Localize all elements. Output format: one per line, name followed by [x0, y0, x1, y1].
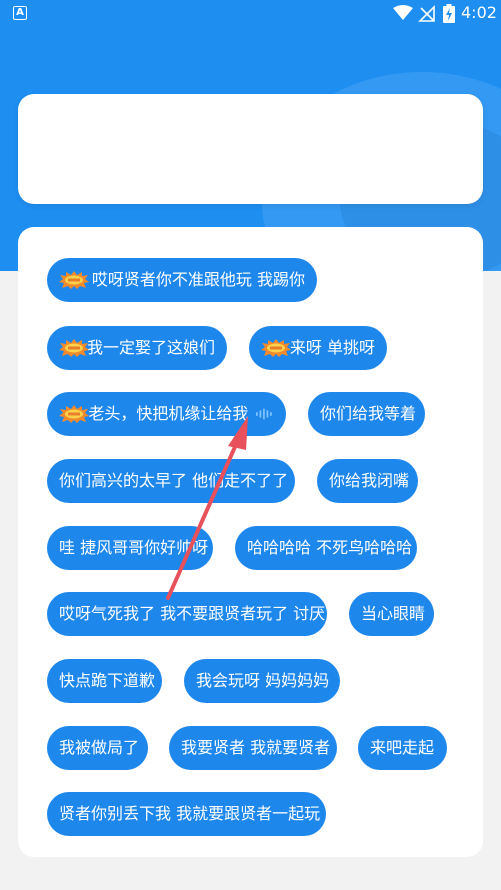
phrase-button[interactable]: 哈哈哈哈 不死鸟哈哈哈 — [235, 526, 417, 570]
wifi-icon — [393, 5, 413, 20]
phrase-label: 我会玩呀 妈妈妈妈 — [196, 671, 330, 690]
phrase-button[interactable]: 哇 捷风哥哥你好帅呀 — [47, 526, 213, 570]
phrase-label: 你给我闭嘴 — [329, 471, 410, 490]
phrase-label: 当心眼睛 — [361, 604, 426, 623]
phrase-label: 我被做局了 — [59, 738, 140, 757]
signal-off-icon — [418, 5, 435, 22]
phrase-label: 我要贤者 我就要贤者 — [181, 738, 331, 757]
phrase-label: 哎呀气死我了 我不要跟贤者玩了 讨厌 — [59, 604, 326, 623]
status-time: 4:02 — [461, 3, 497, 22]
phrase-button[interactable]: 我被做局了 — [47, 726, 148, 770]
new-badge-icon — [59, 271, 89, 289]
phrase-label: 来呀 单挑呀 — [289, 338, 375, 357]
phrase-button[interactable]: 当心眼睛 — [349, 592, 434, 636]
phrase-label: 快点跪下道歉 — [59, 671, 156, 690]
phrase-label: 哎呀贤者你不准跟他玩 我踢你 — [91, 270, 305, 289]
phrase-button[interactable]: 贤者你别丢下我 我就要跟贤者一起玩 — [47, 792, 326, 836]
phrase-label: 老头，快把机缘让给我 — [88, 404, 249, 423]
phrase-label: 哇 捷风哥哥你好帅呀 — [59, 538, 209, 557]
phrase-label: 来吧走起 — [370, 738, 435, 757]
top-card — [18, 94, 483, 204]
battery-charging-icon — [443, 4, 455, 23]
status-bar: A 4:02 — [0, 0, 501, 27]
app-notification-icon: A — [13, 6, 27, 20]
phrase-label: 贤者你别丢下我 我就要跟贤者一起玩 — [59, 804, 321, 823]
phrase-button[interactable]: 哎呀气死我了 我不要跟贤者玩了 讨厌 — [47, 592, 327, 636]
phrase-button-playing[interactable]: 老头，快把机缘让给我 — [47, 392, 286, 436]
phrase-button[interactable]: 哎呀贤者你不准跟他玩 我踢你 — [47, 258, 317, 302]
phrase-label: 哈哈哈哈 不死鸟哈哈哈 — [247, 538, 413, 557]
phrase-button[interactable]: 我一定娶了这娘们 — [47, 326, 227, 370]
new-badge-icon — [59, 405, 89, 423]
phrase-button[interactable]: 来呀 单挑呀 — [249, 326, 387, 370]
phrase-label: 我一定娶了这娘们 — [86, 338, 215, 357]
phrase-button[interactable]: 你给我闭嘴 — [317, 459, 418, 503]
new-badge-icon — [59, 339, 89, 357]
playing-sound-icon — [256, 408, 273, 420]
phrase-button[interactable]: 来吧走起 — [358, 726, 447, 770]
phrase-button[interactable]: 快点跪下道歉 — [47, 659, 162, 703]
phrase-button[interactable]: 我要贤者 我就要贤者 — [169, 726, 337, 770]
phrase-button[interactable]: 你们高兴的太早了 他们走不了了 — [47, 459, 295, 503]
phrase-button[interactable]: 你们给我等着 — [308, 392, 425, 436]
phrase-label: 你们给我等着 — [320, 404, 417, 423]
new-badge-icon — [261, 339, 291, 357]
phrase-button[interactable]: 我会玩呀 妈妈妈妈 — [184, 659, 340, 703]
phrase-label: 你们高兴的太早了 他们走不了了 — [59, 471, 289, 490]
